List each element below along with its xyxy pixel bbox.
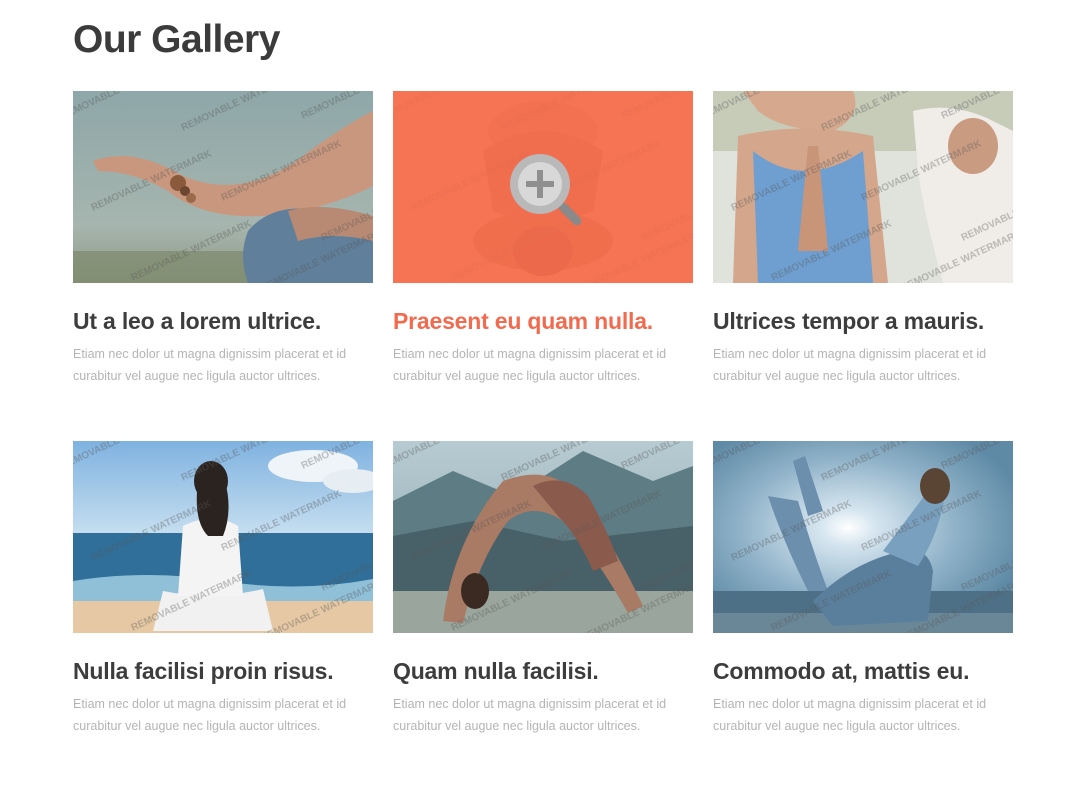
hover-overlay (393, 91, 693, 283)
gallery-card-title[interactable]: Praesent eu quam nulla. (393, 303, 653, 339)
meditation-hand-image: REMOVABLE WATERMARK REMOVABLE WATERMARKRE… (73, 91, 373, 283)
gallery-thumb-4[interactable]: REMOVABLE WATERMARK REMOVABLE WATERMARK RE… (73, 441, 373, 633)
gallery-card-title[interactable]: Quam nulla facilisi. (393, 653, 599, 689)
gallery-thumb-3[interactable]: REMOVABLE WATERMARK REMOVABLE WATERMARK RE… (713, 91, 1013, 283)
magnifier-plus-icon[interactable] (505, 149, 581, 225)
gallery-grid: REMOVABLE WATERMARK REMOVABLE WATERMARK RE… (73, 91, 1013, 791)
gallery-card-2[interactable]: REMOVABLE WATERMARKREMOVABLE WATERMARKRE… (393, 91, 693, 441)
gallery-card-title[interactable]: Nulla facilisi proin risus. (73, 653, 334, 689)
gallery-card-title[interactable]: Ultrices tempor a mauris. (713, 303, 984, 339)
gallery-thumb-2[interactable]: REMOVABLE WATERMARKREMOVABLE WATERMARKRE… (393, 91, 693, 283)
gallery-card-text: Etiam nec dolor ut magna dignissim place… (713, 697, 987, 733)
page-title: Our Gallery (73, 18, 280, 61)
gallery-card-text: Etiam nec dolor ut magna dignissim place… (713, 347, 987, 383)
gallery-card-title[interactable]: Commodo at, mattis eu. (713, 653, 969, 689)
beach-meditation-image: REMOVABLE WATERMARK REMOVABLE WATERMARKRE… (73, 441, 373, 633)
gallery-card-text: Etiam nec dolor ut magna dignissim place… (393, 347, 667, 383)
gallery-thumb-5[interactable]: REMOVABLE WATERMARK REMOVABLE WATERMARK RE… (393, 441, 693, 633)
gallery-card-4[interactable]: REMOVABLE WATERMARK REMOVABLE WATERMARK RE… (73, 441, 373, 791)
gallery-thumb-1[interactable]: REMOVABLE WATERMARK REMOVABLE WATERMARK RE… (73, 91, 373, 283)
gallery-thumb-6[interactable]: REMOVABLE WATERMARK REMOVABLE WATERMARK RE… (713, 441, 1013, 633)
gallery-card-1[interactable]: REMOVABLE WATERMARK REMOVABLE WATERMARK RE… (73, 91, 373, 441)
backbend-pose-image: REMOVABLE WATERMARK REMOVABLE WATERMARKRE… (393, 441, 693, 633)
gallery-card-title[interactable]: Ut a leo a lorem ultrice. (73, 303, 321, 339)
gallery-card-5[interactable]: REMOVABLE WATERMARK REMOVABLE WATERMARK RE… (393, 441, 693, 791)
gallery-card-text: Etiam nec dolor ut magna dignissim place… (73, 697, 347, 733)
praying-hands-image: REMOVABLE WATERMARK REMOVABLE WATERMARKRE… (713, 91, 1013, 283)
gallery-card-text: Etiam nec dolor ut magna dignissim place… (73, 347, 347, 383)
sunset-boat-pose-image: REMOVABLE WATERMARK REMOVABLE WATERMARKRE… (713, 441, 1013, 633)
gallery-card-6[interactable]: REMOVABLE WATERMARK REMOVABLE WATERMARK RE… (713, 441, 1013, 791)
gallery-card-3[interactable]: REMOVABLE WATERMARK REMOVABLE WATERMARK RE… (713, 91, 1013, 441)
gallery-card-text: Etiam nec dolor ut magna dignissim place… (393, 697, 667, 733)
